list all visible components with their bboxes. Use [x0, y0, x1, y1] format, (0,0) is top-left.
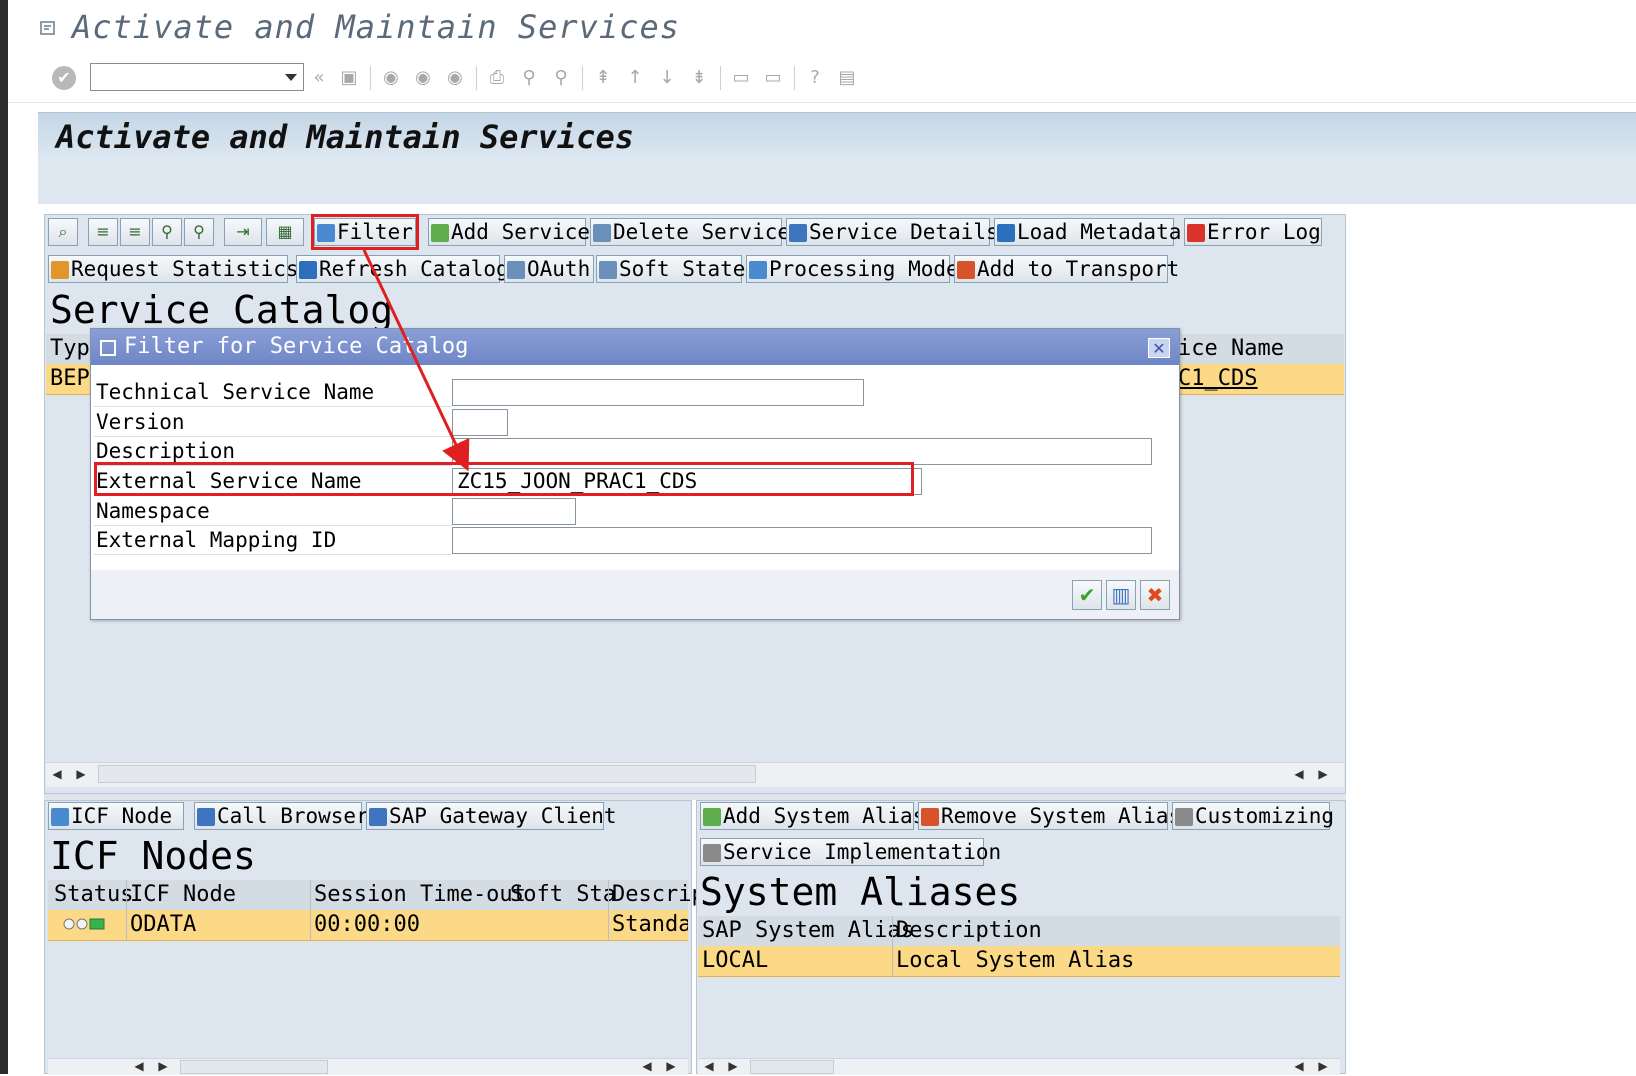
- add-alias-icon: [703, 808, 721, 826]
- remove-system-alias-button[interactable]: Remove System Alias: [918, 802, 1181, 830]
- browser-icon: [197, 808, 215, 826]
- column-header-icf-node[interactable]: ICF Node: [130, 880, 236, 910]
- add-system-alias-button-label: Add System Alias: [723, 804, 926, 828]
- remove-system-alias-button-label: Remove System Alias: [941, 804, 1182, 828]
- sap-gateway-client-button-label: SAP Gateway Client: [389, 804, 617, 828]
- sap-gateway-client-button[interactable]: SAP Gateway Client: [366, 802, 617, 830]
- scroll-left-icon[interactable]: ◀: [638, 1056, 656, 1076]
- cell-session-timeout: 00:00:00: [314, 912, 420, 937]
- add-system-alias-button[interactable]: Add System Alias: [700, 802, 925, 830]
- gateway-client-icon: [369, 808, 387, 826]
- scroll-left-icon[interactable]: ◀: [700, 1056, 718, 1076]
- cell-sap-system-alias: LOCAL: [702, 948, 769, 973]
- customizing-button[interactable]: Customizing: [1172, 802, 1334, 830]
- scrollbar-thumb[interactable]: [180, 1060, 328, 1074]
- icf-node-button-label: ICF Node: [71, 804, 173, 828]
- column-header-soft-state[interactable]: Soft Sta: [510, 880, 616, 910]
- status-traffic-light-icon: [63, 918, 105, 930]
- column-header-description[interactable]: Descrip: [612, 880, 705, 910]
- icf-node-button[interactable]: ICF Node: [48, 802, 184, 830]
- service-implementation-button[interactable]: Service Implementation: [700, 838, 1001, 866]
- service-implementation-icon: [703, 844, 721, 862]
- scroll-right-icon[interactable]: ▶: [154, 1056, 172, 1076]
- cell-description: Standar: [612, 912, 688, 937]
- column-divider: [126, 880, 127, 940]
- column-header-sap-system-alias[interactable]: SAP System Alias: [702, 916, 914, 946]
- scroll-right-icon[interactable]: ▶: [724, 1056, 742, 1076]
- column-divider: [892, 916, 893, 976]
- scrollbar-thumb[interactable]: [750, 1060, 834, 1074]
- scroll-right-icon[interactable]: ▶: [662, 1056, 680, 1076]
- cell-icf-node: ODATA: [130, 912, 197, 937]
- remove-alias-icon: [921, 808, 939, 826]
- icf-nodes-title: ICF Nodes: [50, 834, 256, 878]
- column-header-alias-description[interactable]: Description: [896, 916, 1042, 946]
- scroll-left-icon[interactable]: ◀: [130, 1056, 148, 1076]
- pencil-icon: [51, 808, 69, 826]
- column-divider: [310, 880, 311, 940]
- scroll-right-icon[interactable]: ▶: [1314, 1056, 1332, 1076]
- cell-alias-description: Local System Alias: [896, 948, 1135, 973]
- scroll-left-icon[interactable]: ◀: [1290, 1056, 1308, 1076]
- wrench-icon: [1175, 808, 1193, 826]
- customizing-button-label: Customizing: [1195, 804, 1335, 828]
- service-implementation-button-label: Service Implementation: [723, 840, 1002, 864]
- system-aliases-title: System Aliases: [700, 870, 1021, 914]
- column-header-status[interactable]: Status: [54, 880, 133, 910]
- call-browser-button-label: Call Browser: [217, 804, 369, 828]
- column-header-session-timeout[interactable]: Session Time-out: [314, 880, 526, 910]
- column-divider: [608, 880, 609, 940]
- call-browser-button[interactable]: Call Browser: [194, 802, 369, 830]
